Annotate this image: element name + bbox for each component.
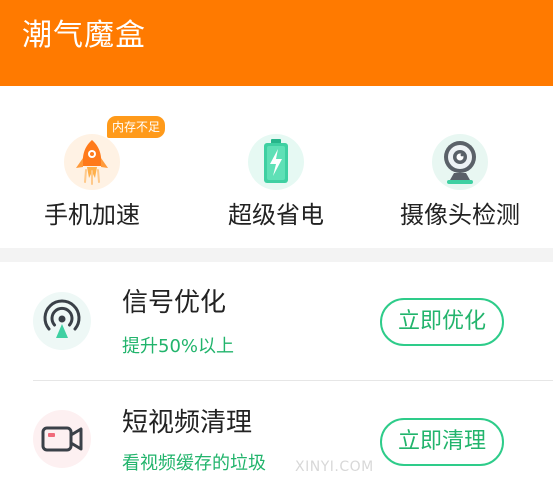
signal-icon [33,292,91,350]
row-subtitle: 提升50%以上 [122,336,235,357]
video-camera-icon [33,410,91,468]
row-subtitle: 看视频缓存的垃圾 [122,453,266,474]
memory-low-badge: 内存不足 [107,116,166,138]
optimize-now-button[interactable]: 立即优化 [380,298,504,346]
tool-label: 超级省电 [228,201,324,229]
row-title: 短视频清理 [122,408,253,438]
quick-tools: 内存不足 手机加速 超级省电 摄像头检测 [0,86,553,248]
list-item-signal-optimize[interactable]: 信号优化 提升50%以上 立即优化 [0,262,553,381]
battery-bolt-icon [248,134,304,190]
tool-phone-boost[interactable]: 内存不足 手机加速 [0,86,184,248]
tool-power-saving[interactable]: 超级省电 [184,86,368,248]
feature-list: 信号优化 提升50%以上 立即优化 短视频清理 看视频缓存的垃圾 立即清理 XI… [0,262,553,487]
tool-label: 摄像头检测 [400,201,520,229]
rocket-icon [64,134,120,190]
clean-now-button[interactable]: 立即清理 [380,418,504,466]
webcam-icon [432,134,488,190]
tool-label: 手机加速 [44,201,140,229]
watermark: XINYI.COM [295,459,374,475]
tool-camera-detect[interactable]: 摄像头检测 [368,86,552,248]
app-title: 潮气魔盒 [22,18,146,53]
row-title: 信号优化 [122,288,227,318]
list-item-video-clean[interactable]: 短视频清理 看视频缓存的垃圾 立即清理 [0,380,553,487]
app-header: 潮气魔盒 [0,0,553,86]
section-divider [0,248,553,262]
